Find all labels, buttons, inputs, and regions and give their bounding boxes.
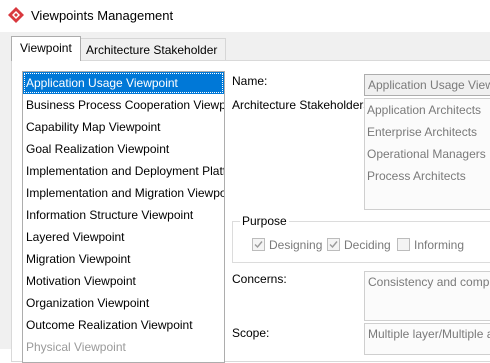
name-label: Name: (232, 74, 268, 88)
list-item[interactable]: Organization Viewpoint (23, 292, 224, 314)
stakeholder-item[interactable]: Process Architects (365, 165, 490, 187)
viewpoints-management-window: Viewpoints Management Viewpoint Architec… (0, 0, 490, 363)
deciding-label: Deciding (344, 238, 391, 252)
informing-label: Informing (414, 238, 465, 252)
concerns-field[interactable]: Consistency and complet (364, 271, 490, 321)
diamond-logo-icon (8, 7, 24, 23)
list-item-selected[interactable]: Application Usage Viewpoint (23, 72, 224, 94)
name-field[interactable]: Application Usage Viewpo (364, 74, 490, 96)
concerns-label: Concerns: (232, 272, 287, 286)
viewpoint-list[interactable]: Application Usage Viewpoint Business Pro… (22, 71, 225, 363)
stakeholder-item[interactable]: Application Architects (365, 99, 490, 121)
stakeholder-item[interactable]: Enterprise Architects (365, 121, 490, 143)
architecture-stakeholders-label: Architecture Stakeholders: (232, 98, 373, 112)
designing-label: Designing (269, 238, 323, 252)
list-item[interactable]: Capability Map Viewpoint (23, 116, 224, 138)
list-item[interactable]: Business Process Cooperation Viewpoint (23, 94, 224, 116)
window-title: Viewpoints Management (31, 8, 174, 23)
list-item[interactable]: Layered Viewpoint (23, 226, 224, 248)
scope-label: Scope: (232, 326, 270, 340)
list-item[interactable]: Implementation and Migration Viewpoint (23, 182, 224, 204)
checkbox-box (397, 238, 410, 251)
list-item[interactable]: Motivation Viewpoint (23, 270, 224, 292)
tab-architecture-stakeholder[interactable]: Architecture Stakeholder (77, 38, 227, 61)
checkbox-box (252, 238, 265, 251)
stakeholder-item[interactable]: Operational Managers (365, 143, 490, 165)
check-icon (329, 241, 338, 249)
scope-field[interactable]: Multiple layer/Multiple as (364, 323, 490, 355)
purpose-legend: Purpose (240, 214, 289, 228)
list-item[interactable]: Goal Realization Viewpoint (23, 138, 224, 160)
title-bar: Viewpoints Management (0, 0, 490, 32)
list-item[interactable]: Physical Viewpoint (23, 336, 224, 358)
list-item[interactable]: Information Structure Viewpoint (23, 204, 224, 226)
checkbox-box (327, 238, 340, 251)
list-item[interactable]: Migration Viewpoint (23, 248, 224, 270)
tab-viewpoint[interactable]: Viewpoint (11, 36, 81, 61)
stakeholders-list[interactable]: Application Architects Enterprise Archit… (364, 98, 490, 210)
list-item[interactable]: Outcome Realization Viewpoint (23, 314, 224, 336)
check-icon (254, 241, 263, 249)
list-item[interactable]: Implementation and Deployment Platf… (23, 160, 224, 182)
